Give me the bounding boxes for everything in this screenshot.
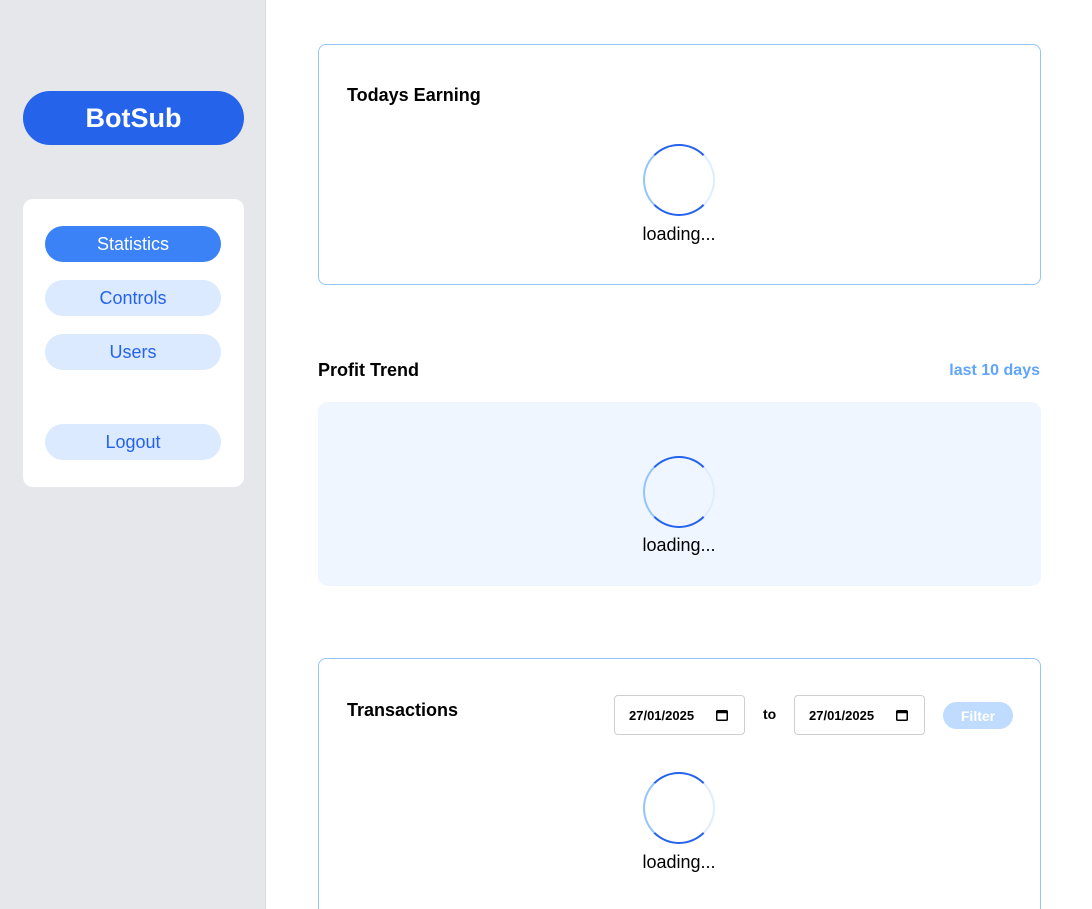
date-from-value: 27/01/2025	[629, 707, 695, 723]
earning-title: Todays Earning	[347, 85, 481, 105]
profit-trend-panel: loading...	[318, 402, 1041, 586]
sidebar: BotSub Statistics Controls Users Logout	[0, 0, 266, 909]
transactions-card: Transactions 27/01/2025 to 27/01/2025 Fi…	[318, 658, 1041, 909]
loading-spinner-icon	[643, 144, 715, 216]
profit-trend-title: Profit Trend	[318, 360, 420, 380]
nav-controls-button[interactable]: Controls	[45, 280, 221, 316]
date-to-input[interactable]: 27/01/2025	[794, 695, 925, 735]
date-to-value: 27/01/2025	[809, 707, 875, 723]
last-10-days-link[interactable]: last 10 days	[949, 362, 1040, 380]
sidebar-nav: Statistics Controls Users Logout	[23, 199, 244, 487]
earning-card: Todays Earning loading...	[318, 44, 1041, 285]
filter-button[interactable]: Filter	[943, 702, 1013, 729]
transactions-loading-text: loading...	[642, 852, 716, 872]
to-label: to	[763, 706, 777, 722]
calendar-icon[interactable]	[896, 709, 908, 721]
transactions-title: Transactions	[347, 700, 459, 720]
loading-spinner-icon	[643, 456, 715, 528]
calendar-icon[interactable]	[716, 709, 728, 721]
app-root: BotSub Statistics Controls Users Logout …	[0, 0, 1092, 909]
trend-loading-text: loading...	[642, 535, 716, 555]
earning-loading-text: loading...	[642, 224, 716, 244]
logout-button[interactable]: Logout	[45, 424, 221, 460]
date-from-input[interactable]: 27/01/2025	[614, 695, 745, 735]
nav-users-button[interactable]: Users	[45, 334, 221, 370]
nav-statistics-button[interactable]: Statistics	[45, 226, 221, 262]
loading-spinner-icon	[643, 772, 715, 844]
brand-logo[interactable]: BotSub	[23, 91, 244, 145]
